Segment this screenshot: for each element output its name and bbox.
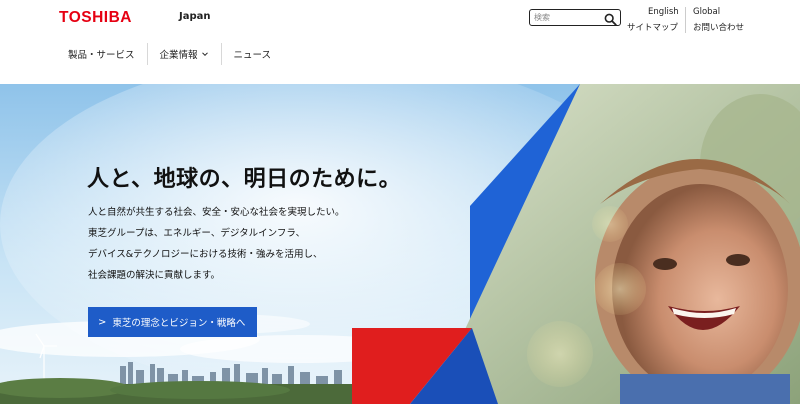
hero-body-line-2: 東芝グループは、エネルギー、デジタルインフラ、 [88,228,306,239]
site-header: TOSHIBA Japan English サイトマップ Global お問い合… [0,0,800,84]
contact-link[interactable]: お問い合わせ [693,21,744,33]
search-button[interactable] [604,11,617,26]
nav-label: 企業情報 [159,50,198,61]
hero-body-line-1: 人と自然が共生する社会、安全・安心な社会を実現したい。 [88,207,345,218]
sitemap-link[interactable]: サイトマップ [627,21,678,33]
search-box [529,9,621,26]
search-input[interactable] [534,11,604,24]
nav-news[interactable]: ニュース [222,43,284,65]
utility-divider [685,7,686,33]
nav-company-info[interactable]: 企業情報 [148,43,221,65]
cta-label: 東芝の理念とビジョン・戦略へ [112,318,246,329]
hero-section: 人と、地球の、明日のために。 人と自然が共生する社会、安全・安心な社会を実現した… [0,84,800,404]
global-link[interactable]: Global [693,7,720,17]
hero-body-line-3: デバイス&テクノロジーにおける技術・強みを活用し、 [88,249,323,260]
hero-headline: 人と、地球の、明日のために。 [87,167,402,192]
english-link[interactable]: English [648,7,679,17]
nav-label: ニュース [233,50,272,61]
chevron-down-icon [201,52,208,57]
hero-content: 人と、地球の、明日のために。 人と自然が共生する社会、安全・安心な社会を実現した… [0,84,800,404]
hero-body-line-4: 社会課題の解決に貢献します。 [88,270,221,281]
toshiba-logo[interactable]: TOSHIBA [59,9,132,27]
nav-label: 製品・サービス [68,50,135,61]
main-nav: 製品・サービス 企業情報 ニュース [56,42,283,66]
arrow-right-icon: > [98,316,107,328]
region-label[interactable]: Japan [179,11,211,22]
nav-products-services[interactable]: 製品・サービス [56,43,147,65]
vision-strategy-button[interactable]: > 東芝の理念とビジョン・戦略へ [88,307,257,337]
search-icon [604,13,617,26]
